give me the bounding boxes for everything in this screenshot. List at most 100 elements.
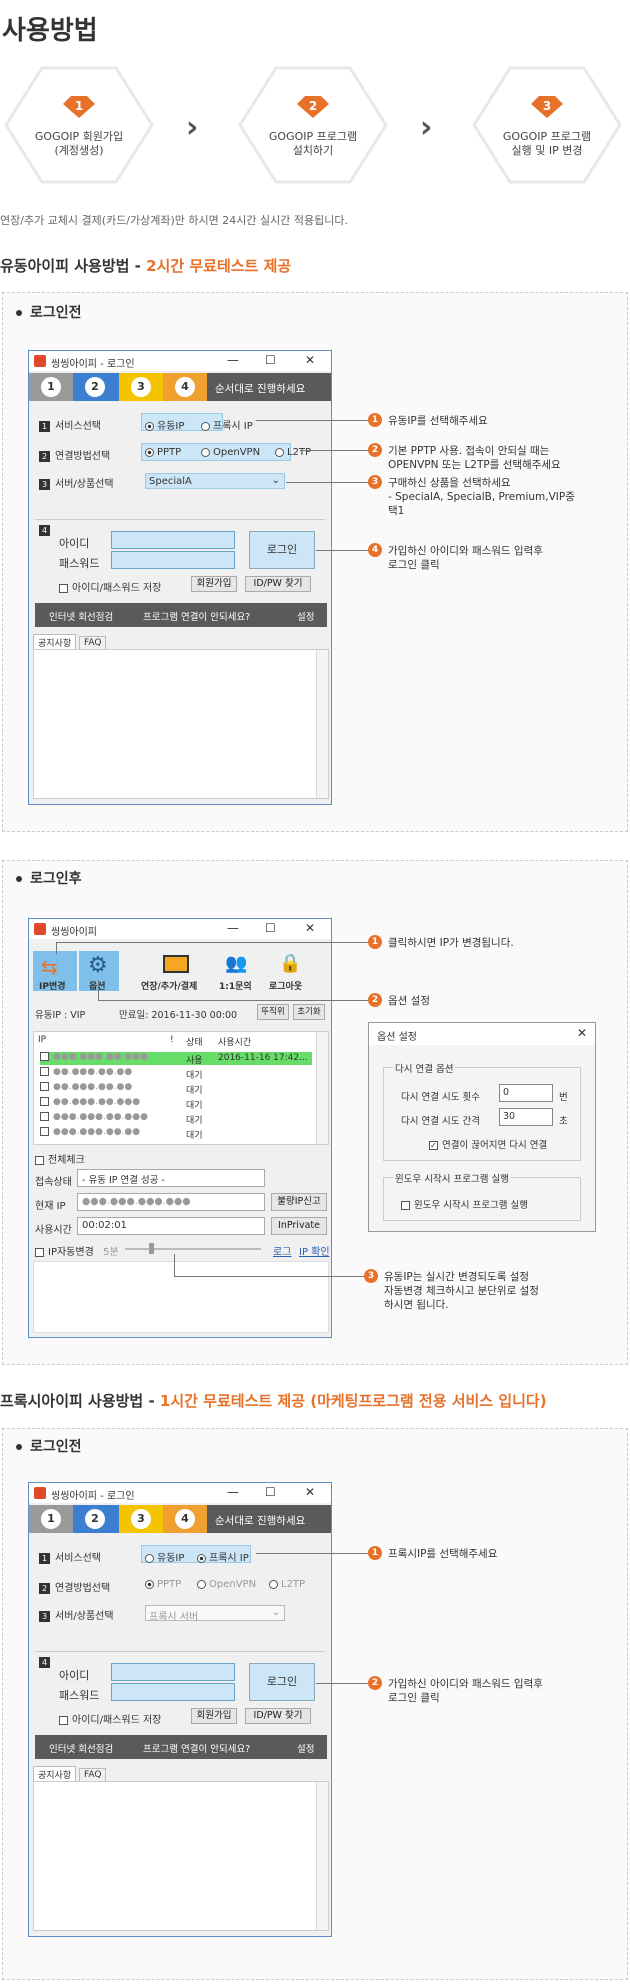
service-label: 서비스선택 bbox=[55, 1553, 101, 1564]
startup-checkbox[interactable]: 윈도우 시작시 프로그램 실행 bbox=[401, 1197, 528, 1211]
step-2-line2: 설치하기 bbox=[292, 144, 334, 157]
table-row[interactable]: ●●.●●●.●●.●● 대기 bbox=[40, 1082, 312, 1096]
minimize-icon[interactable]: — bbox=[227, 921, 239, 935]
col-time: 사용시간 bbox=[218, 1038, 252, 1048]
radio-openvpn[interactable]: OpenVPN bbox=[197, 1579, 256, 1590]
step-2: 2 GOGOIP 프로그램 설치하기 bbox=[238, 66, 388, 184]
login-button[interactable]: 로그인 bbox=[249, 531, 315, 569]
connection-label: 연결방법선택 bbox=[55, 451, 111, 462]
tab-faq[interactable]: FAQ bbox=[79, 1768, 107, 1782]
step-2-badge: 2 bbox=[297, 96, 329, 118]
steps-bar: 1 2 3 4 순서대로 진행하세요 bbox=[29, 1505, 331, 1533]
save-credentials-checkbox[interactable]: 아이디/패스워드 저장 bbox=[59, 1711, 161, 1726]
conn-label: 접속상태 bbox=[35, 1177, 72, 1188]
connection-help-button[interactable]: 프로그램 연결이 안되세요? bbox=[143, 1741, 250, 1755]
id-field[interactable] bbox=[111, 531, 235, 549]
chevron-down-icon: ⌄ bbox=[271, 475, 280, 486]
radio-proxy[interactable]: 프록시 IP bbox=[201, 417, 253, 432]
radio-openvpn[interactable]: OpenVPN bbox=[201, 447, 260, 458]
table-row[interactable]: ●●●.●●●.●●.●●● 사용 2016-11-16 17:42... bbox=[40, 1052, 312, 1066]
password-field[interactable] bbox=[111, 551, 235, 569]
time-label: 사용시간 bbox=[35, 1225, 72, 1236]
maximize-icon[interactable]: ☐ bbox=[265, 353, 276, 367]
logout-button[interactable]: 🔒 로그아웃 bbox=[263, 951, 311, 992]
inquiry-button[interactable]: 👥 1:1문의 bbox=[215, 951, 255, 992]
options-button[interactable]: ⚙ 옵션 bbox=[79, 951, 119, 992]
callout-4-text: 가입하신 아이디와 패스워드 입력후 로그인 클릭 bbox=[388, 545, 543, 571]
callout-1-text: 유동IP를 선택해주세요 bbox=[388, 415, 488, 427]
close-icon[interactable]: ✕ bbox=[305, 1485, 315, 1499]
close-icon[interactable]: ✕ bbox=[577, 1026, 587, 1040]
tune-button[interactable]: 뚜직위 bbox=[257, 1004, 289, 1020]
join-button[interactable]: 회원가입 bbox=[191, 1708, 237, 1724]
server-select[interactable]: SpecialA ⌄ bbox=[145, 473, 285, 489]
plan-info: 유동IP : VIP bbox=[35, 1010, 86, 1021]
reconnect-checkbox[interactable]: ✓ 연결이 끊어지면 다시 연결 bbox=[429, 1137, 547, 1151]
server-select[interactable]: 프록시 서버 ⌄ bbox=[145, 1605, 285, 1623]
step-3-line1: GOGOIP 프로그램 bbox=[502, 130, 592, 143]
group-startup: 윈도우 시작시 프로그램 실행 bbox=[393, 1171, 511, 1185]
callout-auto-change: 유동IP는 실시간 변경되도록 설정 자동변경 체크하시고 분단위로 설정 하시면 … bbox=[384, 1271, 539, 1311]
settings-button[interactable]: 설정 bbox=[297, 1741, 314, 1755]
scrollbar[interactable] bbox=[316, 1782, 328, 1930]
maximize-icon[interactable]: ☐ bbox=[265, 1485, 276, 1499]
extend-pay-button[interactable]: 연장/추가/결제 bbox=[141, 951, 207, 992]
swap-arrows-icon: ⇆ bbox=[41, 955, 58, 979]
select-all-checkbox[interactable]: 전체체크 bbox=[35, 1151, 85, 1166]
table-row[interactable]: ●●.●●●.●●.●●● 대기 bbox=[40, 1097, 312, 1111]
login-button[interactable]: 로그인 bbox=[249, 1663, 315, 1701]
steps-bar: 1 2 3 4 순서대로 진행하세요 bbox=[29, 373, 331, 401]
ip-change-button[interactable]: ⇆ IP변경 bbox=[33, 951, 77, 992]
check-internet-button[interactable]: 인터넷 회선점검 bbox=[49, 609, 113, 623]
dialog-title: 옵션 설정 bbox=[377, 1032, 417, 1043]
callout-num: 4 bbox=[368, 543, 382, 557]
inprivate-button[interactable]: InPrivate bbox=[271, 1217, 327, 1235]
save-credentials-checkbox[interactable]: 아이디/패스워드 저장 bbox=[59, 579, 161, 594]
close-icon[interactable]: ✕ bbox=[305, 353, 315, 367]
app-icon bbox=[34, 355, 46, 367]
reset-button[interactable]: 초기화 bbox=[293, 1004, 325, 1020]
pw-label: 패스워드 bbox=[59, 557, 100, 570]
retry-interval-input[interactable]: 30 bbox=[499, 1108, 553, 1126]
tab-faq[interactable]: FAQ bbox=[79, 636, 107, 650]
col-flag: ! bbox=[170, 1035, 174, 1045]
auto-change-checkbox[interactable]: IP자동변경 bbox=[35, 1243, 94, 1258]
steps-text: 순서대로 진행하세요 bbox=[215, 383, 306, 395]
window-titlebar: 씽씽아이피 - 로그인 — ☐ ✕ bbox=[29, 351, 331, 371]
interval-slider[interactable] bbox=[125, 1248, 261, 1250]
password-field[interactable] bbox=[111, 1683, 235, 1701]
settings-button[interactable]: 설정 bbox=[297, 609, 314, 623]
find-idpw-button[interactable]: ID/PW 찾기 bbox=[245, 576, 311, 592]
id-field[interactable] bbox=[111, 1663, 235, 1681]
connection-help-button[interactable]: 프로그램 연결이 안되세요? bbox=[143, 609, 250, 623]
minimize-icon[interactable]: — bbox=[227, 1485, 239, 1499]
join-button[interactable]: 회원가입 bbox=[191, 576, 237, 592]
maximize-icon[interactable]: ☐ bbox=[265, 921, 276, 935]
bad-ip-report-button[interactable]: 불량IP신고 bbox=[271, 1193, 327, 1211]
radio-proxy[interactable]: 프록시 IP bbox=[197, 1549, 249, 1564]
table-row[interactable]: ●●●.●●●.●●.●●● 대기 bbox=[40, 1112, 312, 1126]
window-titlebar: 씽씽아이피 — ☐ ✕ bbox=[29, 919, 331, 939]
close-icon[interactable]: ✕ bbox=[305, 921, 315, 935]
retry-count-input[interactable]: 0 bbox=[499, 1084, 553, 1102]
radio-dynamic[interactable]: 유동IP bbox=[145, 1549, 184, 1564]
radio-pptp[interactable]: PPTP bbox=[145, 1579, 181, 1590]
radio-l2tp[interactable]: L2TP bbox=[269, 1579, 305, 1590]
table-row[interactable]: ●●●.●●●.●●.●● 대기 bbox=[40, 1127, 312, 1141]
radio-l2tp[interactable]: L2TP bbox=[275, 447, 311, 458]
log-link[interactable]: 로그 bbox=[273, 1243, 291, 1258]
step-1: 1 GOGOIP 회원가입 (계정생성) bbox=[4, 66, 154, 184]
bottom-bar: 인터넷 회선점검 프로그램 연결이 안되세요? 설정 bbox=[35, 1735, 327, 1759]
scrollbar[interactable] bbox=[316, 1032, 328, 1144]
radio-dynamic[interactable]: 유동IP bbox=[145, 417, 184, 432]
log-panel bbox=[33, 1261, 329, 1333]
table-row[interactable]: ●●.●●●.●●.●● 대기 bbox=[40, 1067, 312, 1081]
find-idpw-button[interactable]: ID/PW 찾기 bbox=[245, 1708, 311, 1724]
notice-panel bbox=[33, 649, 329, 799]
ip-check-link[interactable]: IP 확인 bbox=[299, 1243, 330, 1258]
slider-handle[interactable] bbox=[149, 1243, 154, 1254]
radio-pptp[interactable]: PPTP bbox=[145, 447, 181, 458]
check-internet-button[interactable]: 인터넷 회선점검 bbox=[49, 1741, 113, 1755]
scrollbar[interactable] bbox=[316, 650, 328, 798]
minimize-icon[interactable]: — bbox=[227, 353, 239, 367]
